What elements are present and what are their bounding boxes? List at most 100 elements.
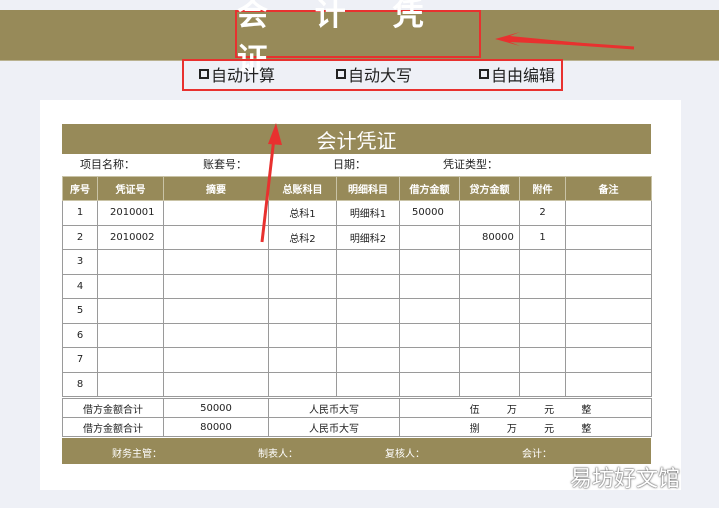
- rmb-uppercase-value[interactable]: 伍 万 元 整: [399, 398, 652, 418]
- table-cell[interactable]: [459, 249, 520, 275]
- account-set-label: 账套号：: [203, 158, 247, 171]
- table-cell[interactable]: [459, 347, 520, 373]
- table-cell[interactable]: [399, 249, 460, 275]
- unit-yuan: 元: [544, 423, 555, 435]
- column-header: 贷方金额: [459, 176, 520, 201]
- table-cell[interactable]: 明细科1: [336, 200, 400, 226]
- table-cell[interactable]: 2010001: [97, 200, 164, 226]
- table-cell[interactable]: [565, 200, 652, 226]
- table-cell[interactable]: [268, 347, 337, 373]
- table-cell[interactable]: [163, 249, 269, 275]
- table-cell[interactable]: [97, 371, 164, 397]
- table-cell[interactable]: [268, 249, 337, 275]
- unit-wan: 万: [506, 404, 517, 416]
- table-cell[interactable]: [399, 347, 460, 373]
- table-cell[interactable]: [163, 224, 269, 250]
- table-cell[interactable]: 明细科2: [336, 224, 400, 250]
- row-index-cell: 5: [62, 298, 98, 324]
- row-index-cell: 4: [62, 273, 98, 299]
- totals-row: 借方金额合计 80000 人民币大写 捌 万 元 整: [62, 417, 652, 437]
- table-cell[interactable]: [519, 273, 566, 299]
- table-cell[interactable]: [565, 298, 652, 324]
- table-cell[interactable]: [163, 371, 269, 397]
- row-index-cell: 8: [62, 371, 98, 397]
- unit-zheng: 整: [581, 404, 592, 416]
- option-auto-calc[interactable]: 自动计算: [199, 63, 275, 85]
- table-cell[interactable]: 2: [519, 200, 566, 226]
- table-cell[interactable]: [97, 347, 164, 373]
- table-cell[interactable]: [565, 347, 652, 373]
- unit-zheng: 整: [581, 423, 592, 435]
- table-cell[interactable]: [459, 200, 520, 226]
- totals-amount[interactable]: 50000: [163, 398, 269, 418]
- table-cell[interactable]: [268, 273, 337, 299]
- row-index-cell: 2: [62, 224, 98, 250]
- title-highlight-box: 会 计 凭 证: [235, 0, 481, 78]
- totals-amount[interactable]: 80000: [163, 417, 269, 437]
- rmb-uppercase-value[interactable]: 捌 万 元 整: [399, 417, 652, 437]
- table-cell[interactable]: [336, 298, 400, 324]
- table-cell[interactable]: [565, 224, 652, 250]
- table-cell[interactable]: [163, 347, 269, 373]
- maker-label: 制表人：: [258, 449, 298, 460]
- table-cell[interactable]: [336, 249, 400, 275]
- table-cell[interactable]: [565, 371, 652, 397]
- table-cell[interactable]: [163, 200, 269, 226]
- table-cell[interactable]: [163, 322, 269, 348]
- table-cell[interactable]: [97, 249, 164, 275]
- table-cell[interactable]: [519, 298, 566, 324]
- table-cell[interactable]: [399, 298, 460, 324]
- row-index-cell: 3: [62, 249, 98, 275]
- table-cell[interactable]: [459, 322, 520, 348]
- table-cell[interactable]: [399, 224, 460, 250]
- table-header-row: 序号 凭证号 摘要 总账科目 明细科目 借方金额 贷方金额 附件 备注: [62, 176, 652, 201]
- table-cell[interactable]: [565, 249, 652, 275]
- option-label: 自动计算: [211, 66, 276, 85]
- table-cell[interactable]: [163, 273, 269, 299]
- table-cell[interactable]: 2010002: [97, 224, 164, 250]
- voucher-title: 会计凭证: [62, 124, 651, 154]
- table-cell[interactable]: [268, 322, 337, 348]
- column-header: 明细科目: [336, 176, 400, 201]
- table-cell[interactable]: 总科1: [268, 200, 337, 226]
- table-cell[interactable]: [163, 298, 269, 324]
- table-cell[interactable]: [519, 371, 566, 397]
- table-cell[interactable]: [336, 273, 400, 299]
- column-header: 借方金额: [399, 176, 460, 201]
- table-row: 1 2010001 总科1 明细科1 50000 2: [62, 200, 652, 226]
- row-index-cell: 7: [62, 347, 98, 373]
- table-cell[interactable]: [336, 371, 400, 397]
- table-cell[interactable]: [97, 273, 164, 299]
- table-cell[interactable]: [399, 273, 460, 299]
- option-auto-uppercase[interactable]: 自动大写: [336, 63, 412, 85]
- table-cell[interactable]: [459, 298, 520, 324]
- unit-wan: 万: [506, 423, 517, 435]
- table-cell[interactable]: [336, 322, 400, 348]
- table-cell[interactable]: [565, 273, 652, 299]
- table-cell[interactable]: [97, 298, 164, 324]
- table-cell[interactable]: [399, 371, 460, 397]
- table-cell[interactable]: [459, 371, 520, 397]
- option-free-edit[interactable]: 自由编辑: [479, 63, 555, 85]
- table-cell[interactable]: 80000: [459, 224, 520, 250]
- table-cell[interactable]: 总科2: [268, 224, 337, 250]
- table-cell[interactable]: [519, 347, 566, 373]
- table-cell[interactable]: [336, 347, 400, 373]
- table-cell[interactable]: 1: [519, 224, 566, 250]
- table-cell[interactable]: [565, 322, 652, 348]
- checkbox-icon[interactable]: [336, 69, 346, 79]
- table-cell[interactable]: [519, 249, 566, 275]
- table-cell[interactable]: [268, 298, 337, 324]
- table-cell[interactable]: [459, 273, 520, 299]
- checkbox-icon[interactable]: [479, 69, 489, 79]
- table-cell[interactable]: 50000: [399, 200, 460, 226]
- table-cell[interactable]: [399, 322, 460, 348]
- column-header: 备注: [565, 176, 652, 201]
- table-cell[interactable]: [519, 322, 566, 348]
- uppercase-digit: 伍: [469, 404, 480, 416]
- table-cell[interactable]: [97, 322, 164, 348]
- table-cell[interactable]: [268, 371, 337, 397]
- checkbox-icon[interactable]: [199, 69, 209, 79]
- table-row: 8: [62, 371, 652, 397]
- voucher-table: 序号 凭证号 摘要 总账科目 明细科目 借方金额 贷方金额 附件 备注 1 201…: [62, 176, 652, 397]
